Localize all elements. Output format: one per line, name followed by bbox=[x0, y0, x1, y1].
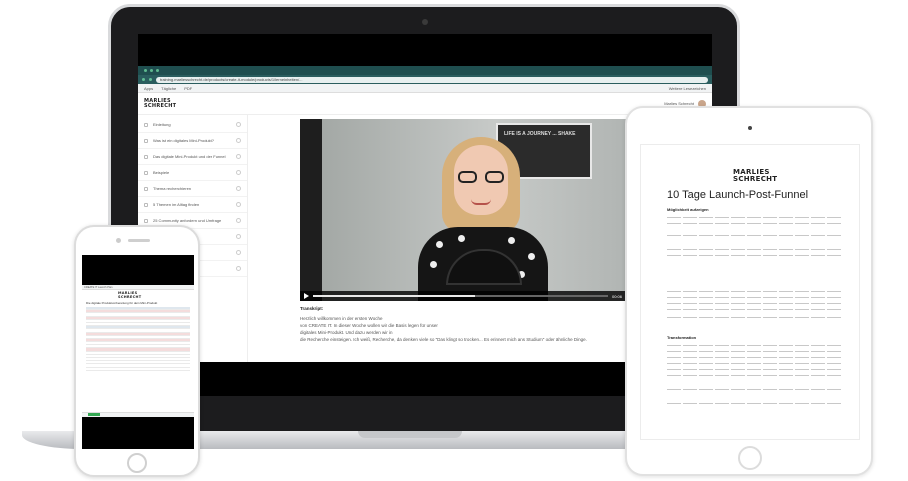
presenter-mouth bbox=[471, 199, 491, 205]
window-close-dot[interactable] bbox=[144, 69, 147, 72]
video-time: 00:06 bbox=[611, 293, 622, 299]
sheet-tabs bbox=[82, 412, 194, 417]
play-icon[interactable] bbox=[304, 293, 309, 299]
status-circle-icon bbox=[236, 218, 241, 223]
status-circle-icon bbox=[236, 250, 241, 255]
doc-line bbox=[667, 303, 843, 304]
status-circle-icon bbox=[236, 202, 241, 207]
other-bookmarks[interactable]: Weitere Lesezeichen bbox=[669, 86, 706, 91]
tablet-screen: MARLIES SCHRECHT 10 Tage Launch-Post-Fun… bbox=[640, 144, 860, 440]
section-heading: Möglichkeit aufzeigen bbox=[667, 207, 709, 212]
bookmark-item[interactable]: PDF bbox=[184, 86, 192, 91]
doc-line bbox=[667, 369, 843, 370]
home-button[interactable] bbox=[127, 453, 147, 473]
video-player[interactable]: LIFE IS A JOURNEY ... SHAKE 00:06 bbox=[300, 119, 626, 301]
lesson-item[interactable]: Das digitale Mini-Produkt und der Funnel bbox=[138, 149, 247, 165]
lesson-item[interactable]: Beispiele bbox=[138, 165, 247, 181]
phone-camera bbox=[116, 238, 121, 243]
doc-line bbox=[667, 363, 843, 364]
site-header: MARLIES SCHRECHT Marlies Schrecht bbox=[138, 93, 712, 115]
lesson-item[interactable]: Was ist ein digitales Mini-Produkt? bbox=[138, 133, 247, 149]
status-circle-icon bbox=[236, 170, 241, 175]
browser-toolbar: training.marliesschrecht.de/products/cre… bbox=[138, 75, 712, 84]
doc-line bbox=[667, 351, 843, 352]
status-circle-icon bbox=[236, 234, 241, 239]
sheet-logo: MARLIES SCHRECHT bbox=[118, 291, 142, 299]
checkbox-icon[interactable] bbox=[144, 186, 148, 191]
doc-line bbox=[667, 309, 843, 310]
glasses-icon bbox=[458, 171, 504, 183]
checkbox-icon[interactable] bbox=[144, 218, 148, 223]
status-circle-icon bbox=[236, 266, 241, 271]
status-circle-icon bbox=[236, 154, 241, 159]
status-circle-icon bbox=[236, 186, 241, 191]
phone-speaker bbox=[128, 239, 150, 242]
status-circle-icon bbox=[236, 122, 241, 127]
reload-icon[interactable] bbox=[149, 78, 152, 81]
laptop-notch bbox=[358, 431, 462, 438]
bookmarks-bar: Apps Tägliche PDF Weitere Lesezeichen bbox=[138, 84, 712, 93]
address-bar[interactable]: training.marliesschrecht.de/products/cre… bbox=[156, 76, 708, 83]
lesson-item[interactable]: Einleitung bbox=[138, 117, 247, 133]
lesson-item[interactable]: Thema recherchieren bbox=[138, 181, 247, 197]
sheet-tab[interactable] bbox=[88, 413, 100, 416]
sheet-title-bar: CREATE IT Launch Plan bbox=[82, 285, 194, 290]
tablet-camera bbox=[748, 126, 752, 130]
doc-line bbox=[667, 291, 843, 292]
sheet-heading: Die digitale Produktvorbereitung für dei… bbox=[86, 301, 158, 305]
checkbox-icon[interactable] bbox=[144, 122, 148, 127]
doc-line bbox=[667, 297, 843, 298]
doc-logo: MARLIES SCHRECHT bbox=[733, 168, 778, 183]
back-icon[interactable] bbox=[142, 78, 145, 81]
checkbox-icon[interactable] bbox=[144, 202, 148, 207]
site-logo[interactable]: MARLIES SCHRECHT bbox=[144, 98, 176, 109]
status-circle-icon bbox=[236, 138, 241, 143]
doc-line bbox=[667, 255, 843, 256]
doc-line bbox=[667, 249, 843, 250]
video-progress[interactable] bbox=[313, 295, 608, 297]
video-progress-fill bbox=[313, 295, 476, 297]
doc-line bbox=[667, 345, 843, 346]
doc-line bbox=[667, 235, 843, 236]
transcript-line: von CREATE IT. In dieser Woche wollen wi… bbox=[300, 323, 438, 328]
transcript-line: Herzlich willkommen in der ersten Woche bbox=[300, 316, 383, 321]
window-maximize-dot[interactable] bbox=[156, 69, 159, 72]
checkbox-icon[interactable] bbox=[144, 170, 148, 175]
bookmark-item[interactable]: Tägliche bbox=[161, 86, 176, 91]
section-heading: Transformation bbox=[667, 335, 697, 340]
video-shadow bbox=[300, 119, 322, 301]
checkbox-icon[interactable] bbox=[144, 138, 148, 143]
tablet-frame: MARLIES SCHRECHT 10 Tage Launch-Post-Fun… bbox=[625, 106, 873, 476]
doc-line bbox=[667, 217, 843, 218]
transcript-heading: Transkript: bbox=[300, 306, 324, 311]
phone-screen: CREATE IT Launch Plan MARLIES SCHRECHT D… bbox=[82, 255, 194, 449]
doc-line bbox=[667, 317, 843, 318]
doc-line bbox=[667, 357, 843, 358]
browser-tabbar bbox=[138, 66, 712, 75]
lesson-item[interactable]: 5 Themen im Alltag finden bbox=[138, 197, 247, 213]
document-title: 10 Tage Launch-Post-Funnel bbox=[667, 189, 809, 201]
doc-line bbox=[667, 389, 843, 390]
window-minimize-dot[interactable] bbox=[150, 69, 153, 72]
spreadsheet[interactable]: CREATE IT Launch Plan MARLIES SCHRECHT D… bbox=[82, 285, 194, 417]
home-button[interactable] bbox=[738, 446, 762, 470]
video-controls: 00:06 bbox=[300, 291, 626, 301]
doc-line bbox=[667, 375, 843, 376]
transcript-line: die Recherche einsteigen. Ich weiß, Rech… bbox=[300, 337, 587, 342]
doc-line bbox=[667, 403, 843, 404]
bookmark-item[interactable]: Apps bbox=[144, 86, 153, 91]
transcript-line: digitales Mini-Produkt. Und dazu werden … bbox=[300, 330, 393, 335]
checkbox-icon[interactable] bbox=[144, 154, 148, 159]
laptop-camera bbox=[422, 19, 428, 25]
sheet-row[interactable] bbox=[86, 368, 190, 371]
phone-frame: CREATE IT Launch Plan MARLIES SCHRECHT D… bbox=[74, 225, 200, 477]
doc-line bbox=[667, 223, 843, 224]
transcript: Transkript: Herzlich willkommen in der e… bbox=[300, 305, 626, 343]
